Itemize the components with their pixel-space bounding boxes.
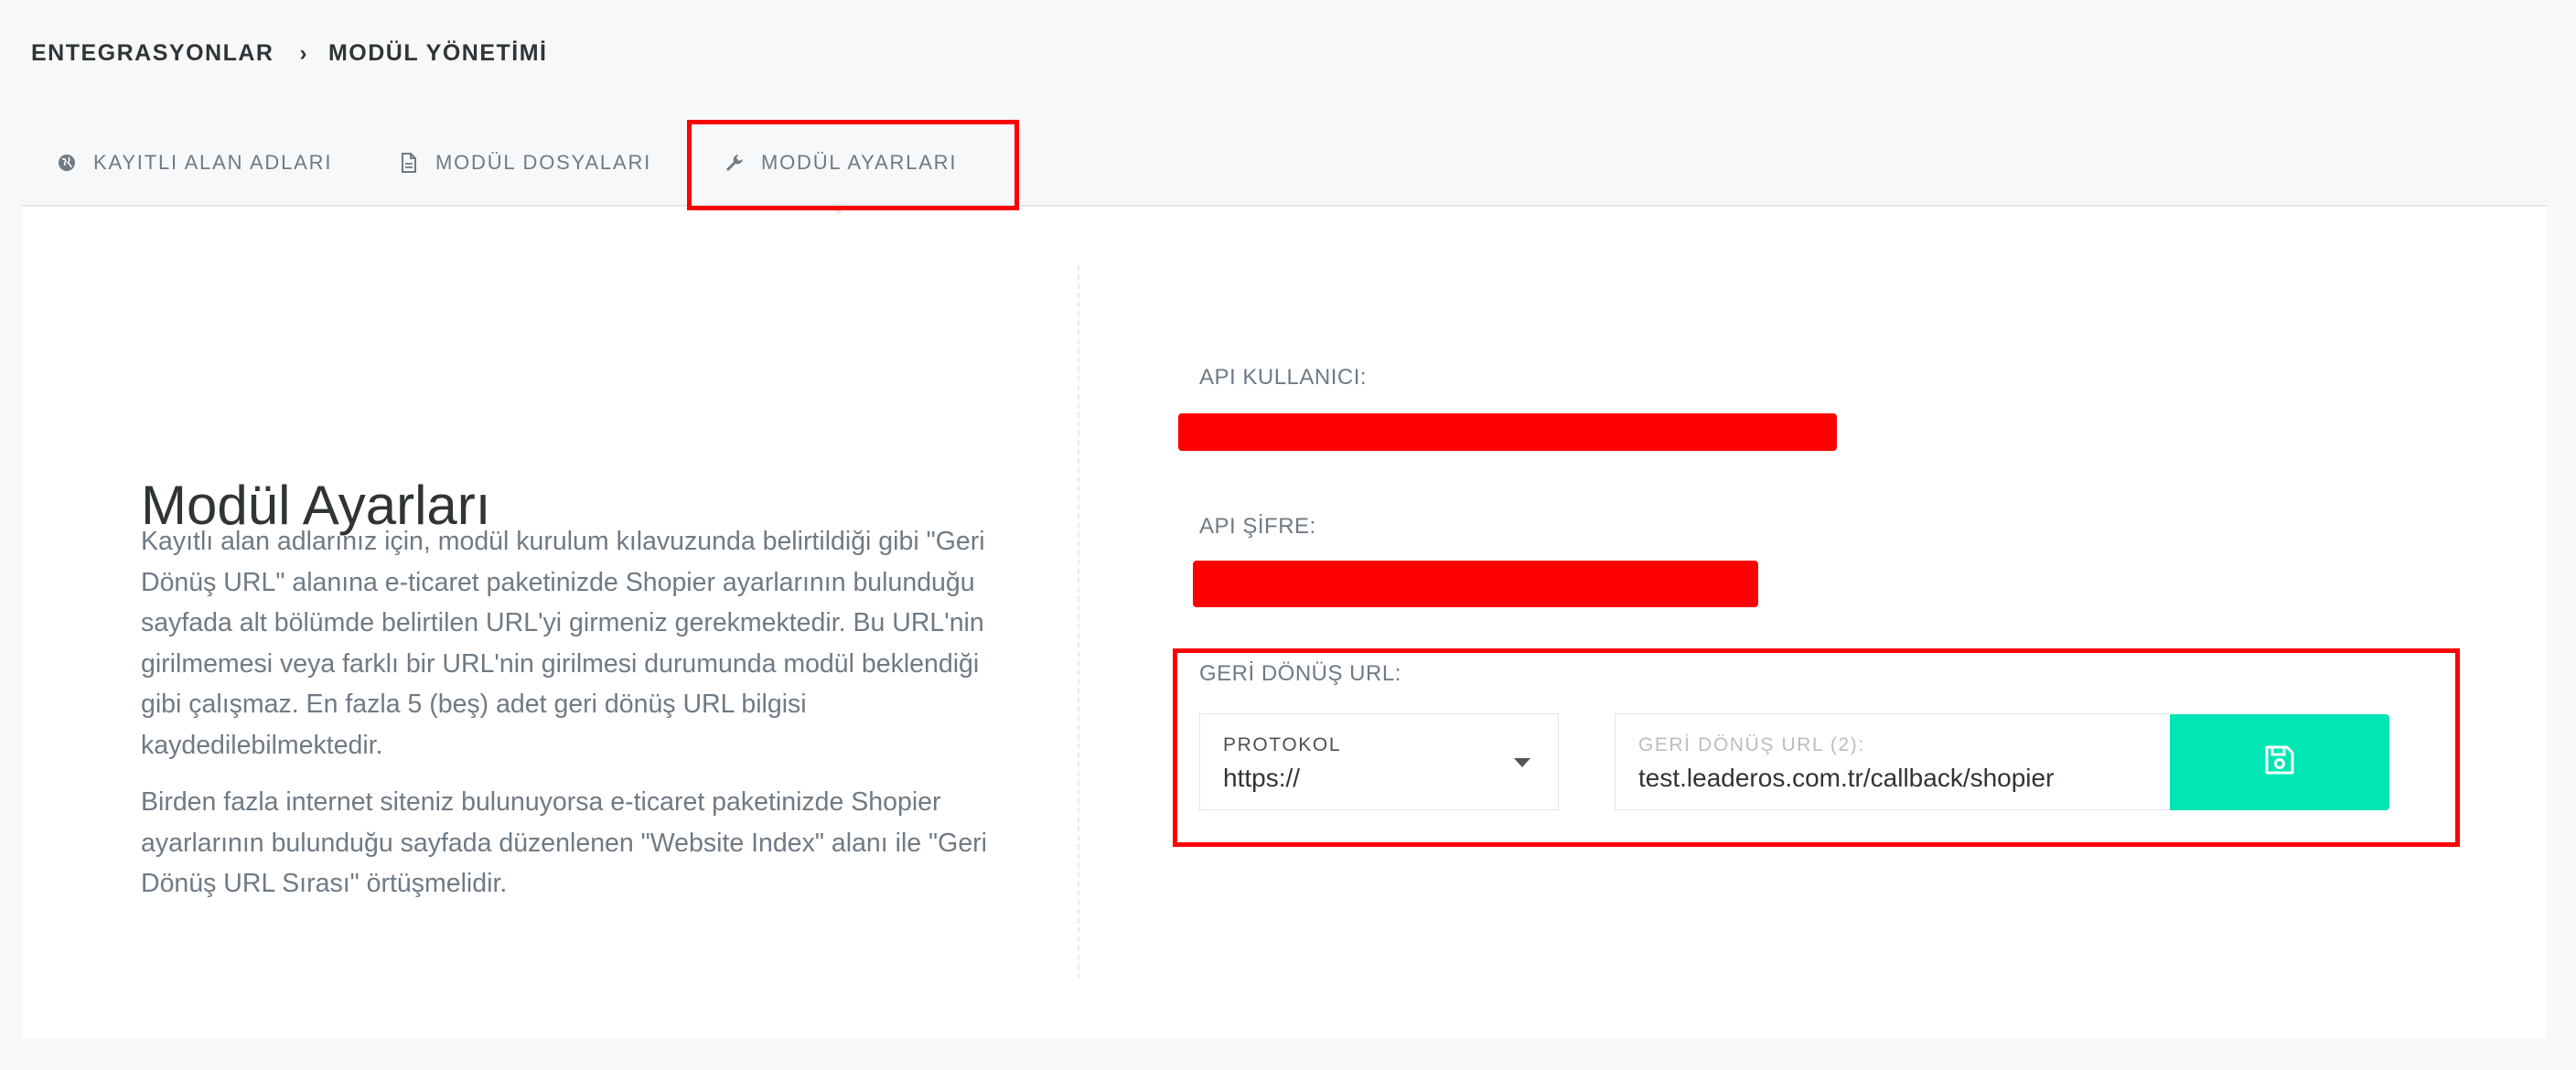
api-user-label: API KULLANICI: (1199, 365, 1368, 390)
tab-label: KAYITLI ALAN ADLARI (93, 151, 333, 174)
save-icon (2264, 744, 2295, 780)
description-paragraph: Kayıtlı alan adlarınız için, modül kurul… (141, 527, 985, 760)
callback-url-input[interactable]: GERİ DÖNÜŞ URL (2): test.leaderos.com.tr… (1615, 713, 2170, 810)
protocol-caption: PROTOKOL (1223, 734, 1342, 755)
active-tab-highlight (687, 120, 1019, 210)
api-password-label: API ŞİFRE: (1199, 514, 1316, 539)
globe-icon (57, 153, 77, 173)
tab-bar: KAYITLI ALAN ADLARI MODÜL DOSYALARI MODÜ… (22, 121, 2547, 207)
breadcrumb-item-integrations[interactable]: ENTEGRASYONLAR (31, 40, 274, 67)
breadcrumb: ENTEGRASYONLAR › MODÜL YÖNETİMİ (31, 40, 548, 67)
chevron-down-icon (1514, 758, 1530, 767)
column-divider (1078, 265, 1079, 979)
breadcrumb-item-module-management: MODÜL YÖNETİMİ (327, 40, 548, 66)
callback-url-caption: GERİ DÖNÜŞ URL (2): (1638, 734, 1865, 755)
callback-url-value: test.leaderos.com.tr/callback/shopier (1638, 764, 2055, 792)
protocol-value: https:// (1223, 764, 1301, 792)
tab-registered-domains[interactable]: KAYITLI ALAN ADLARI (57, 121, 332, 205)
callback-url-label: GERİ DÖNÜŞ URL: (1199, 661, 1401, 686)
tab-label: MODÜL DOSYALARI (435, 151, 652, 174)
description-paragraph: Birden fazla internet siteniz bulunuyors… (141, 787, 987, 898)
tab-module-files[interactable]: MODÜL DOSYALARI (399, 121, 651, 205)
breadcrumb-separator: › (299, 40, 308, 66)
file-icon (399, 153, 419, 173)
api-password-field-redacted[interactable] (1193, 561, 1758, 607)
protocol-select[interactable]: PROTOKOL https:// (1199, 713, 1559, 810)
save-button[interactable] (2170, 714, 2389, 810)
api-user-field-redacted[interactable] (1178, 413, 1837, 451)
